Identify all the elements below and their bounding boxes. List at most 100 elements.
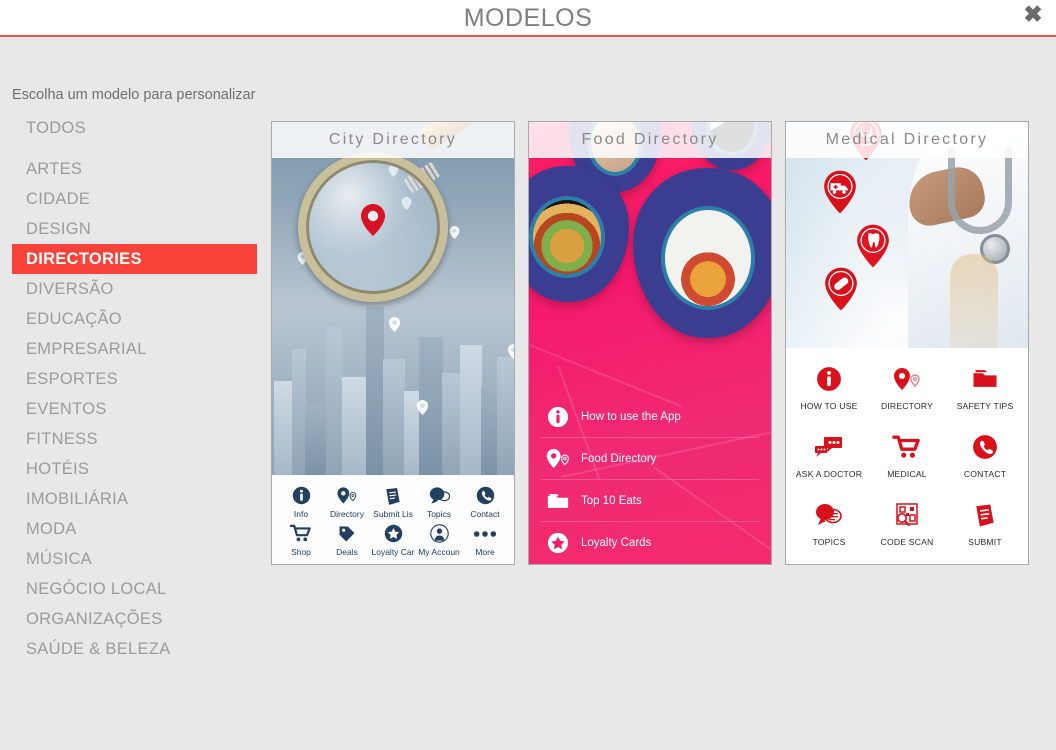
template-card-city-directory[interactable]: Info Directory Submit Lis Topics Contact… bbox=[271, 121, 515, 565]
medical-menu-item-ask-a-doctor[interactable]: ASK A DOCTOR bbox=[790, 430, 868, 479]
city-menu-item-my-account[interactable]: My Accoun bbox=[416, 519, 462, 557]
food-menu-label: How to use the App bbox=[581, 410, 681, 423]
template-card-food-directory[interactable]: How to use the App Food Directory Top 10… bbox=[528, 121, 772, 565]
city-menu-item-deals[interactable]: Deals bbox=[324, 519, 370, 557]
city-menu-label: Loyalty Car bbox=[371, 547, 415, 557]
city-menu-item-loyalty-card[interactable]: Loyalty Car bbox=[370, 519, 416, 557]
tag-icon bbox=[324, 521, 370, 546]
medical-menu-item-code-scan[interactable]: CODE SCAN bbox=[868, 498, 946, 547]
document-icon bbox=[946, 498, 1024, 532]
sidebar-item-esportes[interactable]: ESPORTES bbox=[0, 364, 262, 394]
modal-body: Escolha um modelo para personalizar TODO… bbox=[0, 37, 1056, 750]
user-icon bbox=[416, 521, 462, 546]
map-pin-icon bbox=[416, 400, 429, 415]
sidebar-item-m-sica[interactable]: MÚSICA bbox=[0, 544, 262, 574]
medical-pin-ambulance bbox=[824, 170, 856, 214]
sidebar-item-sa-de-beleza[interactable]: SAÚDE & BELEZA bbox=[0, 634, 262, 664]
food-menu-label: Loyalty Cards bbox=[581, 537, 652, 549]
city-menu-item-info[interactable]: Info bbox=[278, 481, 324, 519]
template-gallery: Info Directory Submit Lis Topics Contact… bbox=[271, 121, 1029, 565]
city-menu-item-topics[interactable]: Topics bbox=[416, 481, 462, 519]
food-pin-plate bbox=[633, 168, 771, 338]
medical-icon-row-2: ASK A DOCTOR MEDICAL CONTACT bbox=[790, 430, 1024, 479]
sidebar-item-moda[interactable]: MODA bbox=[0, 514, 262, 544]
food-menu-item-top-10-eats[interactable]: Top 10 Eats bbox=[541, 480, 759, 522]
city-menu-label: Submit Lis bbox=[373, 509, 413, 519]
patient-silhouette bbox=[950, 254, 998, 350]
city-menu-label: Topics bbox=[426, 509, 452, 519]
info-icon bbox=[790, 362, 868, 396]
map-pin-icon bbox=[361, 204, 385, 236]
sidebar-item-organiza-es[interactable]: ORGANIZAÇÕES bbox=[0, 604, 262, 634]
sidebar-item-imobili-ria[interactable]: IMOBILIÁRIA bbox=[0, 484, 262, 514]
category-sidebar: TODOS ARTES CIDADE DESIGN DIRECTORIES DIVERSÃ… bbox=[0, 113, 262, 664]
city-menu-item-more[interactable]: More bbox=[462, 519, 508, 557]
city-icon-row-1: Info Directory Submit Lis Topics Contact bbox=[278, 481, 508, 519]
medical-menu-label: TOPICS bbox=[812, 536, 846, 547]
sidebar-item-eventos[interactable]: EVENTOS bbox=[0, 394, 262, 424]
close-icon[interactable]: ✖ bbox=[1019, 0, 1047, 28]
food-menu-label: Top 10 Eats bbox=[581, 494, 642, 507]
medical-pin-dental bbox=[857, 224, 889, 268]
phone-preview-city: Info Directory Submit Lis Topics Contact… bbox=[272, 122, 514, 564]
sidebar-item-todos[interactable]: TODOS bbox=[0, 113, 262, 143]
food-menu-item-loyalty-cards[interactable]: Loyalty Cards bbox=[541, 522, 759, 564]
star-icon bbox=[541, 528, 575, 558]
phone-preview-medical: HOW TO USE DIRECTORY SAFETY TIPS ASK A D… bbox=[786, 122, 1028, 564]
sidebar-item-divers-o[interactable]: DIVERSÃO bbox=[0, 274, 262, 304]
city-menu-item-contact[interactable]: Contact bbox=[462, 481, 508, 519]
city-menu-label: My Accoun bbox=[418, 547, 460, 557]
medical-menu-item-topics[interactable]: TOPICS bbox=[790, 498, 868, 547]
medical-menu-label: ASK A DOCTOR bbox=[795, 468, 863, 479]
folder-icon bbox=[946, 362, 1024, 396]
medical-menu-label: DIRECTORY bbox=[880, 400, 934, 411]
medical-menu-item-contact[interactable]: CONTACT bbox=[946, 430, 1024, 479]
medical-icon-grid: HOW TO USE DIRECTORY SAFETY TIPS ASK A D… bbox=[786, 348, 1028, 564]
city-menu-label: Directory bbox=[329, 509, 364, 519]
template-title: Food Directory bbox=[529, 122, 771, 158]
sidebar-item-empresarial[interactable]: EMPRESARIAL bbox=[0, 334, 262, 364]
info-icon bbox=[278, 483, 324, 508]
city-menu-label: Shop bbox=[291, 547, 311, 557]
template-title: City Directory bbox=[272, 122, 514, 158]
star-icon bbox=[370, 521, 416, 546]
stethoscope-icon bbox=[948, 148, 1012, 234]
template-card-medical-directory[interactable]: HOW TO USE DIRECTORY SAFETY TIPS ASK A D… bbox=[785, 121, 1029, 565]
sidebar-item-artes[interactable]: ARTES bbox=[0, 154, 262, 184]
city-icon-row-2: Shop Deals Loyalty Car My Accoun More bbox=[278, 519, 508, 557]
shopping-cart-icon bbox=[278, 521, 324, 546]
map-pin-icon bbox=[388, 317, 401, 332]
map-pin-icon bbox=[449, 226, 460, 239]
template-title: Medical Directory bbox=[786, 122, 1028, 158]
map-pin-icon bbox=[868, 362, 946, 396]
city-menu-item-directory[interactable]: Directory bbox=[324, 481, 370, 519]
sidebar-item-neg-cio-local[interactable]: NEGÓCIO LOCAL bbox=[0, 574, 262, 604]
city-menu-item-submit-list[interactable]: Submit Lis bbox=[370, 481, 416, 519]
food-menu-item-food-directory[interactable]: Food Directory bbox=[541, 438, 759, 480]
city-menu-label: Contact bbox=[470, 509, 500, 519]
chat-bubble-icon bbox=[790, 498, 868, 532]
city-photo bbox=[272, 122, 514, 477]
sidebar-item-directories[interactable]: DIRECTORIES bbox=[12, 244, 257, 274]
sidebar-item-cidade[interactable]: CIDADE bbox=[0, 184, 262, 214]
shopping-cart-icon bbox=[868, 430, 946, 464]
food-menu-item-how-to-use[interactable]: How to use the App bbox=[541, 396, 759, 438]
sidebar-item-hot-is[interactable]: HOTÉIS bbox=[0, 454, 262, 484]
folder-icon bbox=[541, 486, 575, 516]
phone-icon bbox=[462, 483, 508, 508]
medical-menu-item-submit[interactable]: SUBMIT bbox=[946, 498, 1024, 547]
city-menu-label: Deals bbox=[336, 547, 358, 557]
page-title: MODELOS bbox=[463, 4, 593, 32]
qr-scan-icon bbox=[868, 498, 946, 532]
phone-icon bbox=[946, 430, 1024, 464]
medical-menu-item-directory[interactable]: DIRECTORY bbox=[868, 362, 946, 411]
sidebar-item-educa-o[interactable]: EDUCAÇÃO bbox=[0, 304, 262, 334]
city-menu-label: More bbox=[475, 547, 495, 557]
medical-menu-item-safety-tips[interactable]: SAFETY TIPS bbox=[946, 362, 1024, 411]
sidebar-item-fitness[interactable]: FITNESS bbox=[0, 424, 262, 454]
medical-menu-item-medical[interactable]: MEDICAL bbox=[868, 430, 946, 479]
medical-menu-item-how-to-use[interactable]: HOW TO USE bbox=[790, 362, 868, 411]
sidebar-item-design[interactable]: DESIGN bbox=[0, 214, 262, 244]
medical-menu-label: SAFETY TIPS bbox=[956, 400, 1014, 411]
city-menu-item-shop[interactable]: Shop bbox=[278, 519, 324, 557]
